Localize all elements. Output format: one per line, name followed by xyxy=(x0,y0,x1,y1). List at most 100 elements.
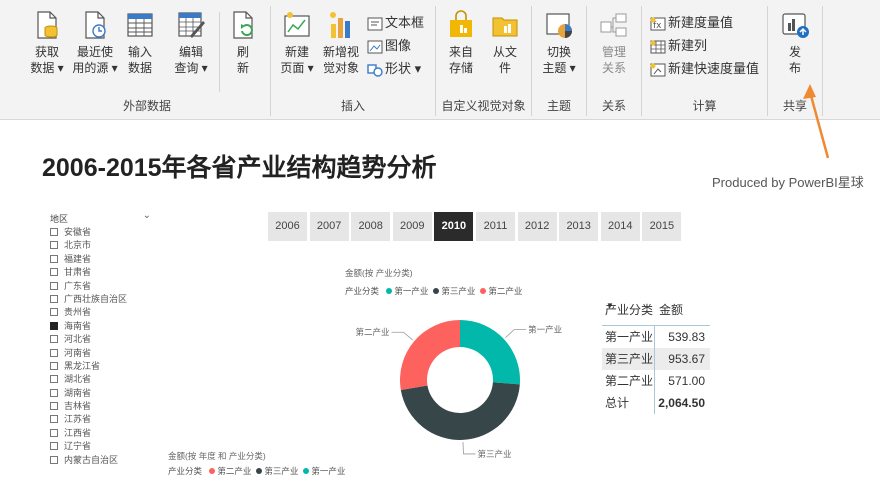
from-file-label-1: 从文 xyxy=(492,45,517,59)
recent-sources-label-2: 用的源 ▾ xyxy=(72,61,118,75)
year-button-2006[interactable]: 2006 xyxy=(268,212,307,241)
textbox-button[interactable]: 文本框 xyxy=(367,14,424,32)
bottom-legend-item[interactable]: 第二产业 xyxy=(217,466,251,476)
year-button-2014[interactable]: 2014 xyxy=(600,212,640,241)
chevron-down-icon[interactable]: ⌄ xyxy=(143,212,151,221)
shapes-button[interactable]: 形状 ▾ xyxy=(367,60,421,78)
donut-chart[interactable]: 第一产业第三产业 第二产业 xyxy=(340,300,590,460)
slicer-item[interactable]: 河南省 xyxy=(50,347,155,360)
refresh-button[interactable]: 刷 新 xyxy=(226,10,260,76)
get-data-label-1: 获取 xyxy=(34,45,59,59)
checkbox[interactable] xyxy=(50,254,58,263)
slicer-item[interactable]: 内蒙古自治区 xyxy=(50,454,155,467)
slicer-item[interactable]: 海南省 xyxy=(50,320,155,333)
new-column-button[interactable]: 新建列 xyxy=(650,37,707,55)
group-label-relations: 关系 xyxy=(601,99,626,113)
donut-slice[interactable] xyxy=(400,320,460,390)
bottom-legend-item[interactable]: 第一产业 xyxy=(311,466,345,476)
new-visual-button[interactable]: 新增视 觉对象 xyxy=(319,10,363,76)
checkbox[interactable] xyxy=(50,294,58,303)
bottom-legend-item[interactable]: 第三产业 xyxy=(264,466,298,476)
image-button[interactable]: 图像 xyxy=(367,37,411,55)
checkbox[interactable] xyxy=(50,415,58,424)
recent-sources-button[interactable]: 最近使 用的源 ▾ xyxy=(70,10,120,76)
slicer-item[interactable]: 北京市 xyxy=(50,239,155,252)
checkbox[interactable] xyxy=(50,442,58,451)
slicer-item[interactable]: 湖北省 xyxy=(50,373,155,386)
slicer-item[interactable]: 湖南省 xyxy=(50,387,155,400)
checkbox[interactable] xyxy=(50,361,58,370)
year-button-2010[interactable]: 2010 xyxy=(434,212,474,241)
checkbox[interactable] xyxy=(50,308,58,317)
enter-data-label-2: 数据 xyxy=(127,61,152,75)
slicer-item[interactable]: 贵州省 xyxy=(50,306,155,319)
year-button-2007[interactable]: 2007 xyxy=(309,212,349,241)
slicer-item[interactable]: 辽宁省 xyxy=(50,440,155,453)
donut-slice[interactable] xyxy=(460,320,520,385)
get-data-button[interactable]: 获取 数据 ▾ xyxy=(26,10,68,76)
publish-button[interactable]: 发 布 xyxy=(775,10,815,76)
slicer-item[interactable]: 福建省 xyxy=(50,253,155,266)
checkbox[interactable] xyxy=(50,455,58,464)
slicer-item-label: 湖北省 xyxy=(64,374,92,385)
checkbox[interactable] xyxy=(50,335,58,344)
year-button-2011[interactable]: 2011 xyxy=(476,212,515,241)
donut-data-label: 第三产业 xyxy=(478,449,512,459)
slicer-item[interactable]: 河北省 xyxy=(50,333,155,346)
slicer-item[interactable]: 甘肃省 xyxy=(50,266,155,279)
powerbi-window: 获取 数据 ▾ 最近使 用的源 ▾ 输入 数据 编辑 查询 ▾ 刷 新 外部数据… xyxy=(0,0,880,497)
year-button-2009[interactable]: 2009 xyxy=(392,212,432,241)
new-measure-button[interactable]: fx 新建度量值 xyxy=(650,14,733,32)
store-icon xyxy=(450,10,472,37)
slicer-item-label: 湖南省 xyxy=(64,387,92,398)
checkbox[interactable] xyxy=(50,268,58,277)
edit-queries-button[interactable]: 编辑 查询 ▾ xyxy=(170,10,212,76)
from-store-button[interactable]: 来自 存储 xyxy=(442,10,480,76)
slicer-item[interactable]: 江苏省 xyxy=(50,413,155,426)
checkbox[interactable] xyxy=(50,241,58,250)
enter-data-button[interactable]: 输入 数据 xyxy=(122,10,158,76)
slicer-item[interactable]: 安徽省 xyxy=(50,226,155,239)
manage-relationships-button[interactable]: 管理 关系 xyxy=(593,10,635,76)
donut-legend-item[interactable]: 第三产业 xyxy=(441,286,475,296)
donut-data-label: 第二产业 xyxy=(355,327,389,337)
slicer-header: 地区 ⌄ xyxy=(50,212,155,226)
new-page-icon xyxy=(284,12,310,37)
donut-legend-item[interactable]: 第二产业 xyxy=(488,286,522,296)
slicer-item-label: 江苏省 xyxy=(64,414,92,425)
table-row: 第三产业 953.67 xyxy=(602,348,710,370)
slicer-item-label: 甘肃省 xyxy=(64,267,92,278)
slicer-item[interactable]: 江西省 xyxy=(50,427,155,440)
slicer-item-label: 河南省 xyxy=(64,347,92,358)
column-header-amount[interactable]: 金额 xyxy=(659,301,683,318)
slicer-item[interactable]: 黑龙江省 xyxy=(50,360,155,373)
checkbox[interactable] xyxy=(50,228,58,236)
year-button-2015[interactable]: 2015 xyxy=(642,212,682,241)
manage-relationships-label-2: 关系 xyxy=(601,61,626,75)
textbox-icon xyxy=(367,17,383,31)
year-button-2012[interactable]: 2012 xyxy=(517,212,557,241)
checkbox[interactable] xyxy=(50,348,58,357)
new-column-label: 新建列 xyxy=(668,38,708,53)
year-button-2013[interactable]: 2013 xyxy=(559,212,599,241)
checkbox[interactable] xyxy=(50,388,58,397)
legend-marker xyxy=(480,288,487,294)
group-external-data: 获取 数据 ▾ 最近使 用的源 ▾ 输入 数据 编辑 查询 ▾ 刷 新 外部数据 xyxy=(24,6,271,116)
manage-relationships-label-1: 管理 xyxy=(601,45,626,59)
slicer-item[interactable]: 广东省 xyxy=(50,280,155,293)
donut-legend-item[interactable]: 第一产业 xyxy=(394,286,428,296)
slicer-item[interactable]: 吉林省 xyxy=(50,400,155,413)
year-button-2008[interactable]: 2008 xyxy=(351,212,391,241)
checkbox[interactable] xyxy=(50,321,58,330)
checkbox[interactable] xyxy=(50,402,58,411)
from-file-button[interactable]: 从文 件 xyxy=(486,10,524,76)
slicer-item[interactable]: 广西壮族自治区 xyxy=(50,293,155,306)
switch-theme-button[interactable]: 切换 主题 ▾ xyxy=(538,10,580,76)
checkbox[interactable] xyxy=(50,428,58,437)
checkbox[interactable] xyxy=(50,375,58,384)
new-page-button[interactable]: 新建 页面 ▾ xyxy=(277,10,317,76)
new-quick-measure-button[interactable]: 新建快速度量值 xyxy=(650,60,759,78)
checkbox[interactable] xyxy=(50,281,58,290)
donut-slice[interactable] xyxy=(400,382,520,441)
group-calculation: fx 新建度量值 新建列 新建快速度量值 计算 xyxy=(642,6,768,116)
